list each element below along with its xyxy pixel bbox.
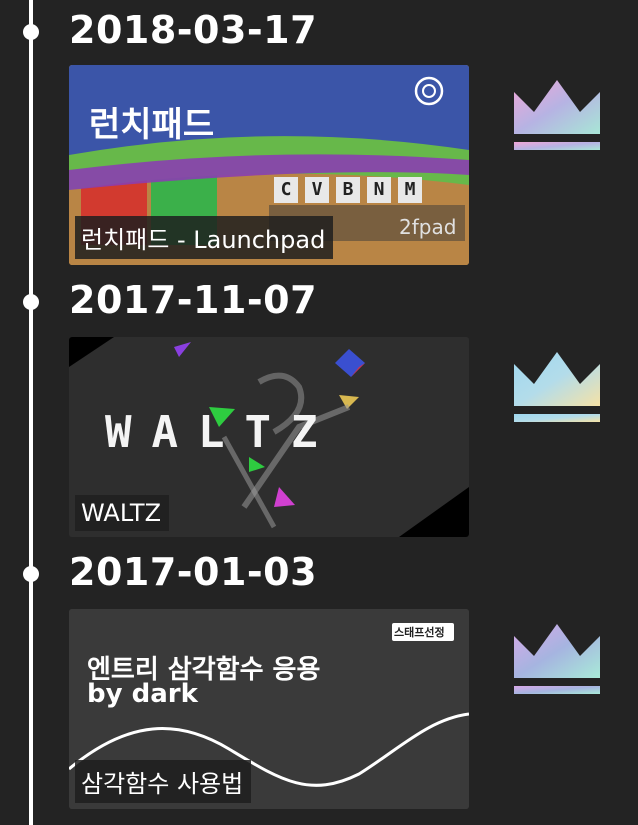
timeline-dot [23, 294, 39, 310]
crown-icon [514, 80, 600, 152]
key-label: N [373, 179, 385, 200]
timeline-page: 2018-03-17 런치패드 C V B N M 2fpad 런치패드 - L… [0, 0, 638, 825]
entry-date: 2017-11-07 [69, 278, 318, 322]
crown-icon [514, 624, 600, 696]
key-label: C [280, 179, 292, 200]
trig-title-line2: by dark [87, 679, 198, 709]
key-label: V [311, 179, 323, 200]
project-caption: WALTZ [75, 495, 170, 531]
waltz-title: WALTZ [105, 407, 338, 458]
launchpad-keys: C V B N M [274, 177, 422, 203]
launchpad-brand: 2fpad [399, 215, 457, 239]
badge-icon [416, 78, 442, 104]
launchpad-title: 런치패드 [89, 105, 215, 145]
timeline-dot [23, 24, 39, 40]
project-caption: 삼각함수 사용법 [75, 760, 252, 803]
crown-icon [514, 352, 600, 424]
project-card-launchpad[interactable]: 런치패드 C V B N M 2fpad 런치패드 - Launchpad [69, 65, 469, 265]
staff-pick-badge: 스태프선정 [394, 626, 445, 639]
entry-date: 2018-03-17 [69, 8, 318, 52]
key-label: B [342, 179, 354, 200]
entry-date: 2017-01-03 [69, 550, 318, 594]
project-caption: 런치패드 - Launchpad [75, 216, 334, 259]
timeline-dot [23, 566, 39, 582]
project-card-waltz[interactable]: WALTZ WALTZ [69, 337, 469, 537]
timeline-entry: 2017-01-03 엔트리 삼각함수 응용 by dark 스태프선정 삼각함… [0, 544, 638, 816]
timeline-entry: 2017-11-07 WALTZ WALTZ [0, 272, 638, 544]
project-card-trig[interactable]: 엔트리 삼각함수 응용 by dark 스태프선정 삼각함수 사용법 [69, 609, 469, 809]
key-label: M [404, 179, 416, 200]
timeline-entry: 2018-03-17 런치패드 C V B N M 2fpad 런치패드 - L… [0, 0, 638, 272]
